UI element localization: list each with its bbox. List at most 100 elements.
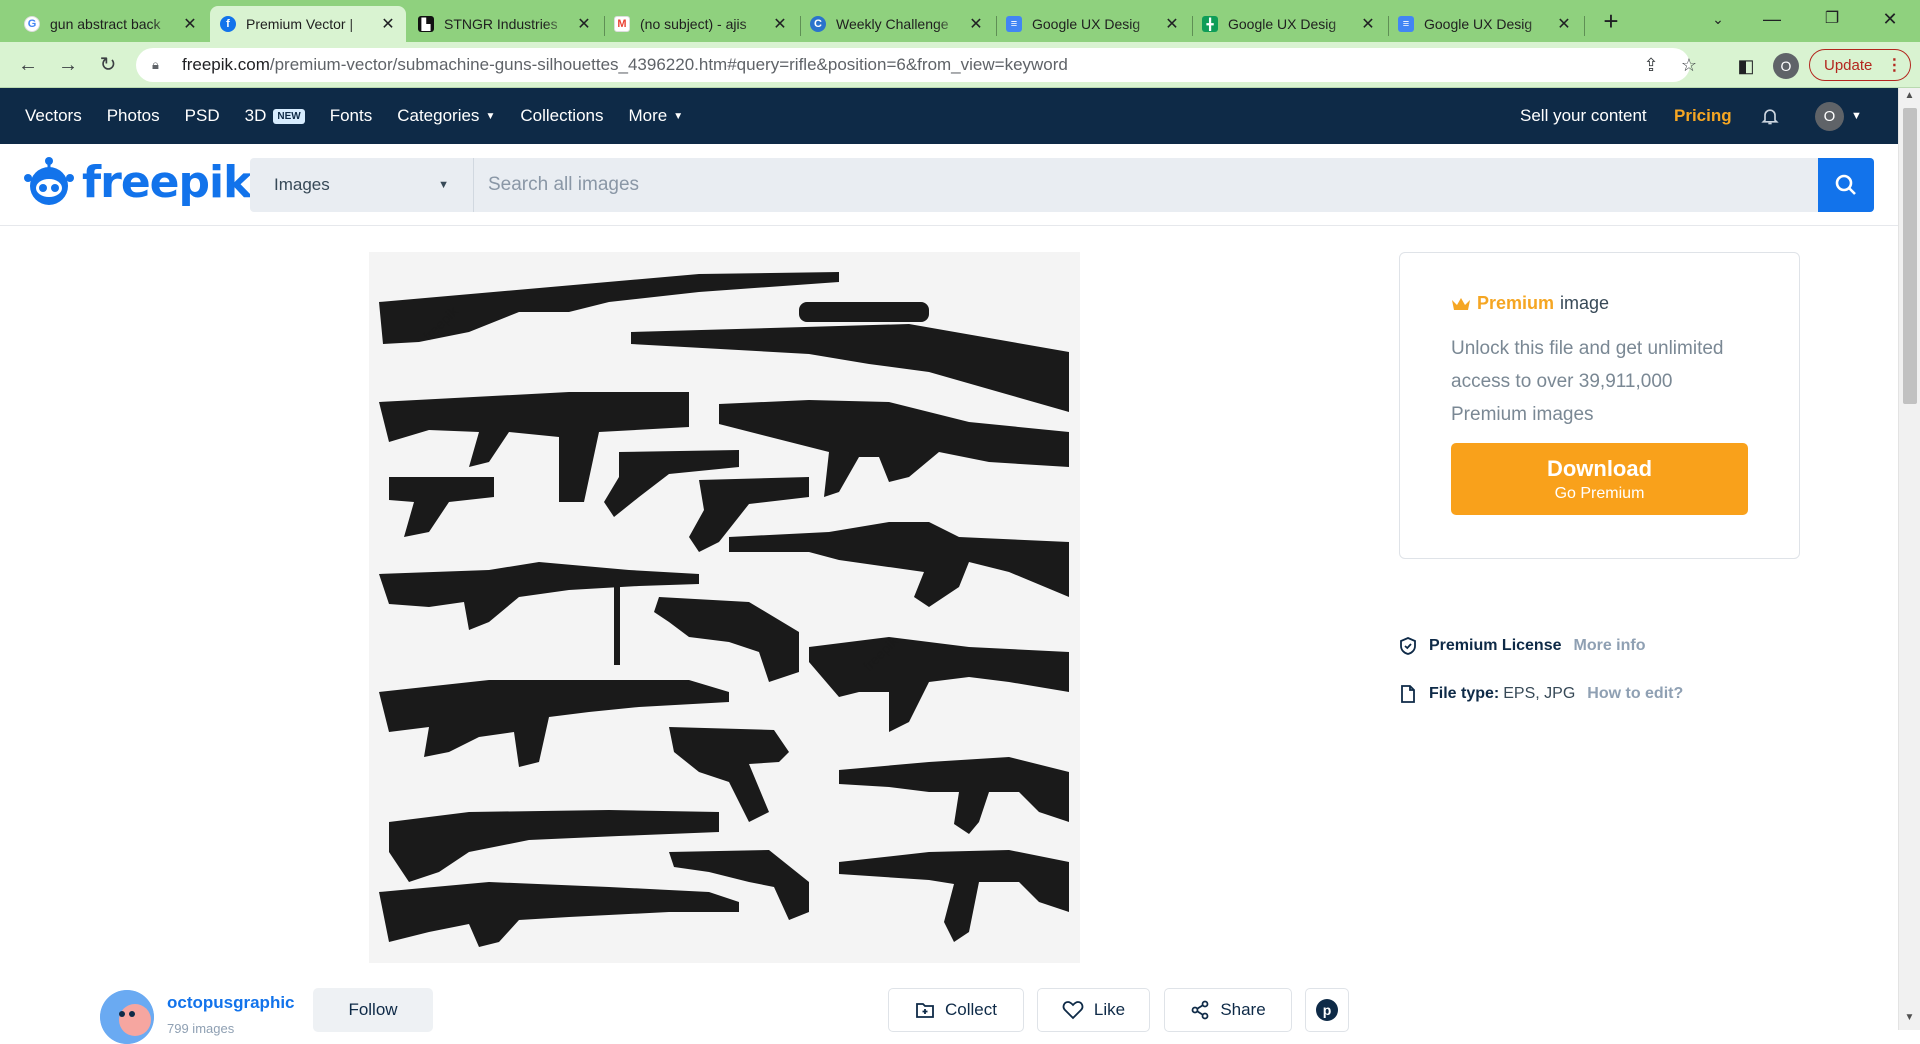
file-type-value: EPS, JPG <box>1503 685 1576 702</box>
google-g-icon: G <box>24 16 40 32</box>
nav-label: Vectors <box>25 106 82 125</box>
minimize-icon[interactable]: — <box>1750 4 1794 34</box>
premium-title-rest: image <box>1560 293 1610 313</box>
browser-tab[interactable]: ▙ STNGR Industries ✕ <box>408 6 602 42</box>
close-window-icon[interactable]: ✕ <box>1868 4 1912 34</box>
go-premium-label: Go Premium <box>1554 484 1645 502</box>
browser-tab[interactable]: ≡ Google UX Desig ✕ <box>1388 6 1582 42</box>
collect-label: Collect <box>945 1000 997 1019</box>
nav-3d[interactable]: 3D NEW <box>245 106 305 126</box>
nav-more[interactable]: More ▼ <box>629 106 684 126</box>
caret-down-icon: ▼ <box>485 110 496 122</box>
tab-separator <box>604 16 605 36</box>
nav-label: Categories <box>397 106 480 125</box>
premium-card: Premium image Unlock this file and get u… <box>1399 252 1800 559</box>
preview-image[interactable]: freepik freepik <box>369 252 1080 963</box>
nav-label: More <box>628 106 668 125</box>
browser-tab[interactable]: C Weekly Challenge ✕ <box>800 6 994 42</box>
browser-toolbar: ← → ↻ 🔒︎ freepik.com /premium-vector/sub… <box>0 42 1920 88</box>
coursera-icon: C <box>810 16 826 32</box>
gun-silhouettes-illustration: freepik freepik <box>379 272 1069 947</box>
download-button[interactable]: Download Go Premium <box>1451 443 1748 515</box>
address-bar[interactable]: 🔒︎ freepik.com /premium-vector/submachin… <box>136 48 1697 82</box>
restore-icon[interactable]: ❐ <box>1810 4 1854 34</box>
tab-search-icon[interactable]: ⌄ <box>1696 4 1740 34</box>
close-icon[interactable]: ✕ <box>576 14 592 34</box>
update-button[interactable]: Update ⋮ <box>1809 49 1911 81</box>
docs-icon: ≡ <box>1006 16 1022 32</box>
pinterest-button[interactable]: p <box>1305 988 1349 1032</box>
browser-tab[interactable]: M (no subject) - ajis ✕ <box>604 6 798 42</box>
close-icon[interactable]: ✕ <box>1164 14 1180 34</box>
heart-icon <box>1062 1001 1084 1020</box>
license-row: Premium License More info <box>1399 637 1646 655</box>
premium-title: Premium image <box>1451 293 1748 314</box>
share-page-icon[interactable]: ⇪ <box>1640 54 1662 76</box>
freepik-logo[interactable]: freepik <box>24 156 252 208</box>
tab-separator <box>1192 16 1193 36</box>
stngr-icon: ▙ <box>418 16 434 32</box>
author-image-count: 799 images <box>167 1021 235 1036</box>
nav-vectors[interactable]: Vectors <box>25 106 82 126</box>
pricing-link[interactable]: Pricing <box>1674 88 1732 144</box>
scroll-down-icon[interactable]: ▼ <box>1899 1012 1920 1028</box>
author-name[interactable]: octopusgraphic <box>167 993 295 1013</box>
share-button[interactable]: Share <box>1164 988 1292 1032</box>
nav-label: Collections <box>520 106 604 125</box>
nav-psd[interactable]: PSD <box>185 106 220 126</box>
tab-separator <box>800 16 801 36</box>
close-icon[interactable]: ✕ <box>772 14 788 34</box>
more-info-link[interactable]: More info <box>1574 637 1646 655</box>
nav-collections[interactable]: Collections <box>520 106 603 126</box>
caret-down-icon[interactable]: ▼ <box>1851 88 1862 144</box>
search-type-select[interactable]: Images ▼ <box>250 158 474 212</box>
tab-title: Google UX Desig <box>1228 16 1337 32</box>
search-type-value: Images <box>274 175 330 194</box>
search-button[interactable] <box>1818 158 1874 212</box>
sell-your-content-link[interactable]: Sell your content <box>1520 88 1647 144</box>
premium-keyword: Premium <box>1477 293 1555 313</box>
collect-button[interactable]: Collect <box>888 988 1024 1032</box>
nav-categories[interactable]: Categories ▼ <box>397 106 495 126</box>
browser-tab[interactable]: ╋ Google UX Desig ✕ <box>1192 6 1386 42</box>
scroll-up-icon[interactable]: ▲ <box>1899 90 1920 106</box>
close-icon[interactable]: ✕ <box>1360 14 1376 34</box>
bell-icon[interactable] <box>1760 88 1780 144</box>
side-panel-icon[interactable]: ◧ <box>1734 54 1758 78</box>
how-to-edit-link[interactable]: How to edit? <box>1587 685 1683 703</box>
forward-icon[interactable]: → <box>54 51 82 79</box>
nav-photos[interactable]: Photos <box>107 106 160 126</box>
nav-label: Photos <box>106 106 160 125</box>
user-avatar[interactable]: O <box>1815 102 1844 131</box>
close-icon[interactable]: ✕ <box>1556 14 1572 34</box>
menu-dots-icon: ⋮ <box>1886 57 1903 74</box>
search-input[interactable] <box>474 158 1818 212</box>
nav-label: PSD <box>184 106 220 125</box>
browser-tab-active[interactable]: f Premium Vector | ✕ <box>210 6 406 42</box>
back-icon[interactable]: ← <box>14 51 42 79</box>
profile-avatar[interactable]: O <box>1773 53 1799 79</box>
site-top-nav: Vectors Photos PSD 3D NEW Fonts Categorie… <box>0 88 1898 144</box>
follow-button[interactable]: Follow <box>313 988 433 1032</box>
bookmark-star-icon[interactable]: ☆ <box>1678 54 1700 76</box>
tab-title: gun abstract back <box>50 16 161 32</box>
pinterest-icon: p <box>1316 999 1338 1021</box>
author-avatar[interactable] <box>100 990 154 1044</box>
reload-icon[interactable]: ↻ <box>94 51 122 79</box>
new-tab-button[interactable]: + <box>1595 8 1627 36</box>
browser-tab[interactable]: G gun abstract back ✕ <box>14 6 208 42</box>
tab-title: Premium Vector | <box>246 16 354 32</box>
docs-icon: ≡ <box>1398 16 1414 32</box>
scroll-thumb[interactable] <box>1903 108 1917 404</box>
logo-text: freepik <box>82 156 252 208</box>
share-label: Share <box>1220 1000 1266 1019</box>
close-icon[interactable]: ✕ <box>380 14 396 34</box>
nav-label: Fonts <box>329 106 373 125</box>
caret-down-icon: ▼ <box>438 179 449 191</box>
like-button[interactable]: Like <box>1037 988 1150 1032</box>
browser-tab[interactable]: ≡ Google UX Desig ✕ <box>996 6 1190 42</box>
close-icon[interactable]: ✕ <box>968 14 984 34</box>
page-scrollbar[interactable]: ▲ ▼ <box>1898 88 1920 1030</box>
close-icon[interactable]: ✕ <box>182 14 198 34</box>
nav-fonts[interactable]: Fonts <box>330 106 373 126</box>
